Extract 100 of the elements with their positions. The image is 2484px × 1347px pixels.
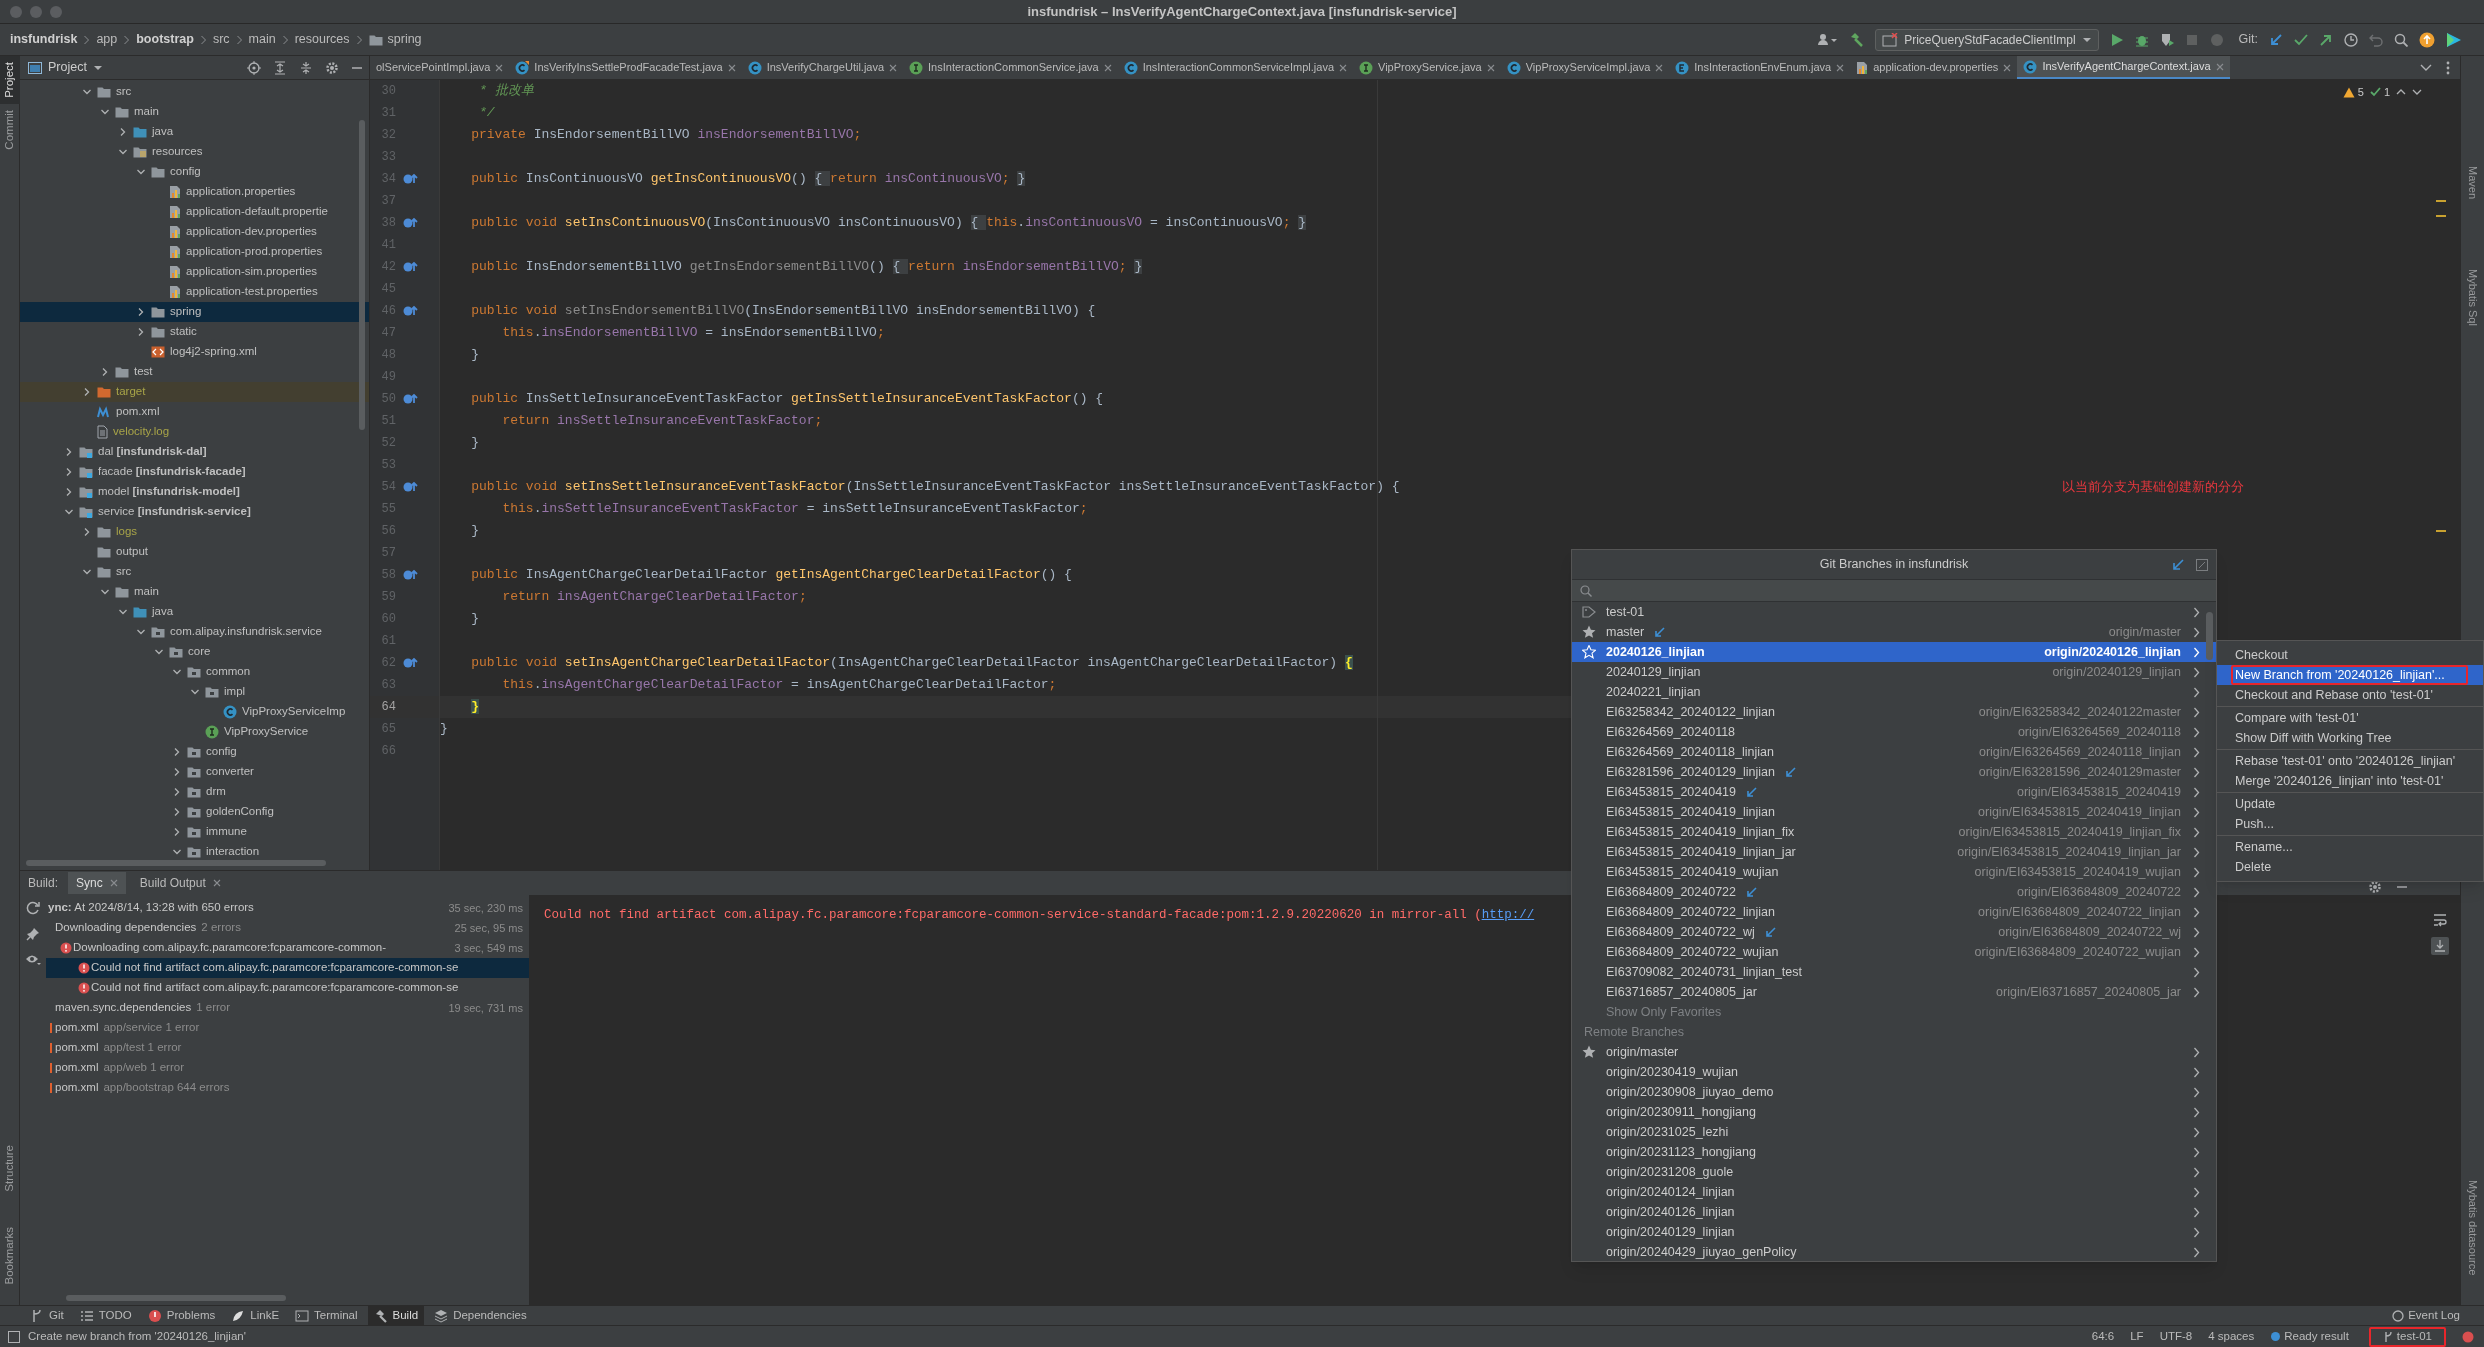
breadcrumb[interactable]: resources — [294, 30, 350, 49]
tree-item[interactable]: src — [20, 562, 369, 582]
tree-item[interactable]: log4j2-spring.xml — [20, 342, 369, 362]
tree-item[interactable]: spring — [20, 302, 369, 322]
event-log-button[interactable]: Event Log — [2392, 1306, 2460, 1325]
panel-tab[interactable]: Build Output — [131, 872, 229, 894]
tree-item[interactable]: target — [20, 382, 369, 402]
tree-item[interactable]: test — [20, 362, 369, 382]
passed-indicator[interactable]: 1 — [2369, 84, 2390, 101]
tool-window-button[interactable]: Structure — [0, 1138, 20, 1198]
menu-item[interactable]: Merge '20240126_linjian' into 'test-01' — [2217, 771, 2483, 791]
branch-item[interactable]: EI63716857_20240805_jar origin/EI63716857_20240805_jar — [1572, 982, 2216, 1002]
branch-item[interactable]: origin/20230419_wujian — [1572, 1062, 2216, 1082]
tree-item[interactable]: java — [20, 602, 369, 622]
tree-item[interactable]: VipProxyService — [20, 722, 369, 742]
tree-item[interactable]: logs — [20, 522, 369, 542]
branch-item[interactable]: EI63453815_20240419_linjian_jar origin/EI63453815_20240419_linjian_jar — [1572, 842, 2216, 862]
tree-item[interactable]: java — [20, 122, 369, 142]
tool-window-tab[interactable]: LinkE — [225, 1306, 286, 1325]
tree-item[interactable]: static — [20, 322, 369, 342]
tree-item[interactable]: application.properties — [20, 182, 369, 202]
tree-item[interactable]: application-default.propertie — [20, 202, 369, 222]
editor-tab[interactable]: olServicePointImpl.java — [370, 56, 510, 79]
tree-item[interactable]: common — [20, 662, 369, 682]
tree-item[interactable]: com.alipay.insfundrisk.service — [20, 622, 369, 642]
build-tree-item[interactable]: Downloading com.alipay.fc.paramcore:fcparamcore-common- 3 sec, 549 ms — [46, 938, 529, 958]
build-tree-item[interactable]: maven.sync.dependencies 1 error 19 sec, 731 ms — [46, 998, 529, 1018]
branch-item[interactable]: 20240221_linjian — [1572, 682, 2216, 702]
tool-window-button[interactable]: Maven — [2461, 166, 2484, 200]
branch-item[interactable]: master origin/master — [1572, 622, 2216, 642]
tool-window-button[interactable]: Mybatis datasource — [2461, 1179, 2484, 1275]
branch-item[interactable]: EI63709082_20240731_linjian_test — [1572, 962, 2216, 982]
breadcrumb[interactable]: src — [212, 30, 230, 49]
line-separator[interactable]: LF — [2130, 1327, 2144, 1346]
warnings-indicator[interactable]: 5 — [2342, 84, 2364, 101]
breadcrumb[interactable]: bootstrap — [136, 30, 194, 49]
branch-item[interactable]: EI63684809_20240722 origin/EI63684809_20240722 — [1572, 882, 2216, 902]
branch-item[interactable]: 20240126_linjian origin/20240126_linjian — [1572, 642, 2216, 662]
tool-window-button[interactable]: Bookmarks — [0, 1221, 20, 1291]
build-tree-item[interactable]: pom.xml app/web 1 error — [46, 1058, 529, 1078]
tree-item[interactable]: output — [20, 542, 369, 562]
caret-position[interactable]: 64:6 — [2091, 1327, 2115, 1346]
breadcrumb[interactable]: app — [96, 30, 118, 49]
tool-window-button[interactable]: Mybatis Sql — [2461, 269, 2484, 326]
tree-item[interactable]: application-sim.properties — [20, 262, 369, 282]
console-link[interactable]: http:// — [1481, 908, 1535, 922]
branch-item[interactable]: EI63264569_20240118_linjian origin/EI63264569_20240118_linjian — [1572, 742, 2216, 762]
editor-tab[interactable]: VipProxyServiceImpl.java — [1500, 56, 1670, 79]
breadcrumb[interactable]: insfundrisk — [10, 30, 78, 49]
tool-window-button[interactable]: Project — [0, 56, 20, 104]
tree-item[interactable]: service [insfundrisk-service] — [20, 502, 369, 522]
branch-item[interactable]: origin/20231123_hongjiang — [1572, 1142, 2216, 1162]
branch-item[interactable]: EI63281596_20240129_linjian origin/EI63281596_20240129master — [1572, 762, 2216, 782]
menu-item[interactable]: Compare with 'test-01' — [2217, 708, 2483, 728]
indent-setting[interactable]: 4 spaces — [2208, 1327, 2255, 1346]
tree-item[interactable]: immune — [20, 822, 369, 842]
branch-item[interactable]: origin/20240126_linjian — [1572, 1202, 2216, 1222]
editor-tab[interactable]: InsInteractionEnvEnum.java — [1669, 56, 1851, 79]
editor-tab[interactable]: InsVerifyAgentChargeContext.java — [2017, 56, 2230, 79]
build-tree-item[interactable]: Downloading dependencies 2 errors 25 sec, 95 ms — [46, 918, 529, 938]
menu-item[interactable]: Push... — [2217, 814, 2483, 834]
tool-window-tab[interactable]: Problems — [141, 1306, 222, 1325]
panel-tab[interactable]: Sync — [68, 872, 126, 894]
tool-window-tab[interactable]: Build — [367, 1306, 425, 1325]
menu-item[interactable]: Show Diff with Working Tree — [2217, 728, 2483, 748]
tool-window-tab[interactable]: Dependencies — [428, 1306, 533, 1325]
branch-item[interactable]: origin/20240129_linjian — [1572, 1222, 2216, 1242]
tool-window-button[interactable]: Commit — [0, 103, 20, 156]
file-encoding[interactable]: UTF-8 — [2159, 1327, 2193, 1346]
branch-item[interactable]: EI63684809_20240722_wj origin/EI63684809_20240722_wj — [1572, 922, 2216, 942]
branch-item[interactable]: EI63453815_20240419_linjian_fix origin/EI63453815_20240419_linjian_fix — [1572, 822, 2216, 842]
tree-item[interactable]: goldenConfig — [20, 802, 369, 822]
editor-tab[interactable]: InsVerifyInsSettleProdFacadeTest.java — [509, 56, 742, 79]
branch-item[interactable]: EI63684809_20240722_wujian origin/EI63684809_20240722_wujian — [1572, 942, 2216, 962]
branch-item[interactable]: origin/20240124_linjian — [1572, 1182, 2216, 1202]
tree-item[interactable]: main — [20, 102, 369, 122]
tree-item[interactable]: dal [insfundrisk-dal] — [20, 442, 369, 462]
branch-item[interactable]: origin/20230908_jiuyao_demo — [1572, 1082, 2216, 1102]
tree-item[interactable]: application-test.properties — [20, 282, 369, 302]
tree-item[interactable]: facade [insfundrisk-facade] — [20, 462, 369, 482]
tree-item[interactable]: src — [20, 82, 369, 102]
tree-item[interactable]: pom.xml — [20, 402, 369, 422]
branch-item[interactable]: origin/20240429_jiuyao_genPolicy — [1572, 1242, 2216, 1261]
tree-item[interactable]: drm — [20, 782, 369, 802]
tree-item[interactable]: impl — [20, 682, 369, 702]
tree-item[interactable]: interaction — [20, 842, 369, 862]
tree-item[interactable]: config — [20, 162, 369, 182]
branch-item[interactable]: EI63453815_20240419_linjian origin/EI63453815_20240419_linjian — [1572, 802, 2216, 822]
build-tree-item[interactable]: pom.xml app/test 1 error — [46, 1038, 529, 1058]
tool-window-tab[interactable]: Git — [24, 1306, 70, 1325]
tree-item[interactable]: model [insfundrisk-model] — [20, 482, 369, 502]
build-tree-item[interactable]: Could not find artifact com.alipay.fc.paramcore:fcparamcore-common-se — [46, 978, 529, 998]
editor-tab[interactable]: InsVerifyChargeUtil.java — [741, 56, 904, 79]
editor-tab[interactable]: VipProxyService.java — [1353, 56, 1501, 79]
menu-item[interactable]: Checkout and Rebase onto 'test-01' — [2217, 685, 2483, 705]
editor-tab[interactable]: InsInteractionCommonService.java — [903, 56, 1118, 79]
branch-item[interactable]: EI63258342_20240122_linjian origin/EI63258342_20240122master — [1572, 702, 2216, 722]
branch-item[interactable]: EI63453815_20240419_wujian origin/EI63453815_20240419_wujian — [1572, 862, 2216, 882]
run-configuration-dropdown[interactable]: PriceQueryStdFacadeClientImpl — [1875, 28, 2099, 51]
menu-item[interactable]: Delete — [2217, 857, 2483, 877]
